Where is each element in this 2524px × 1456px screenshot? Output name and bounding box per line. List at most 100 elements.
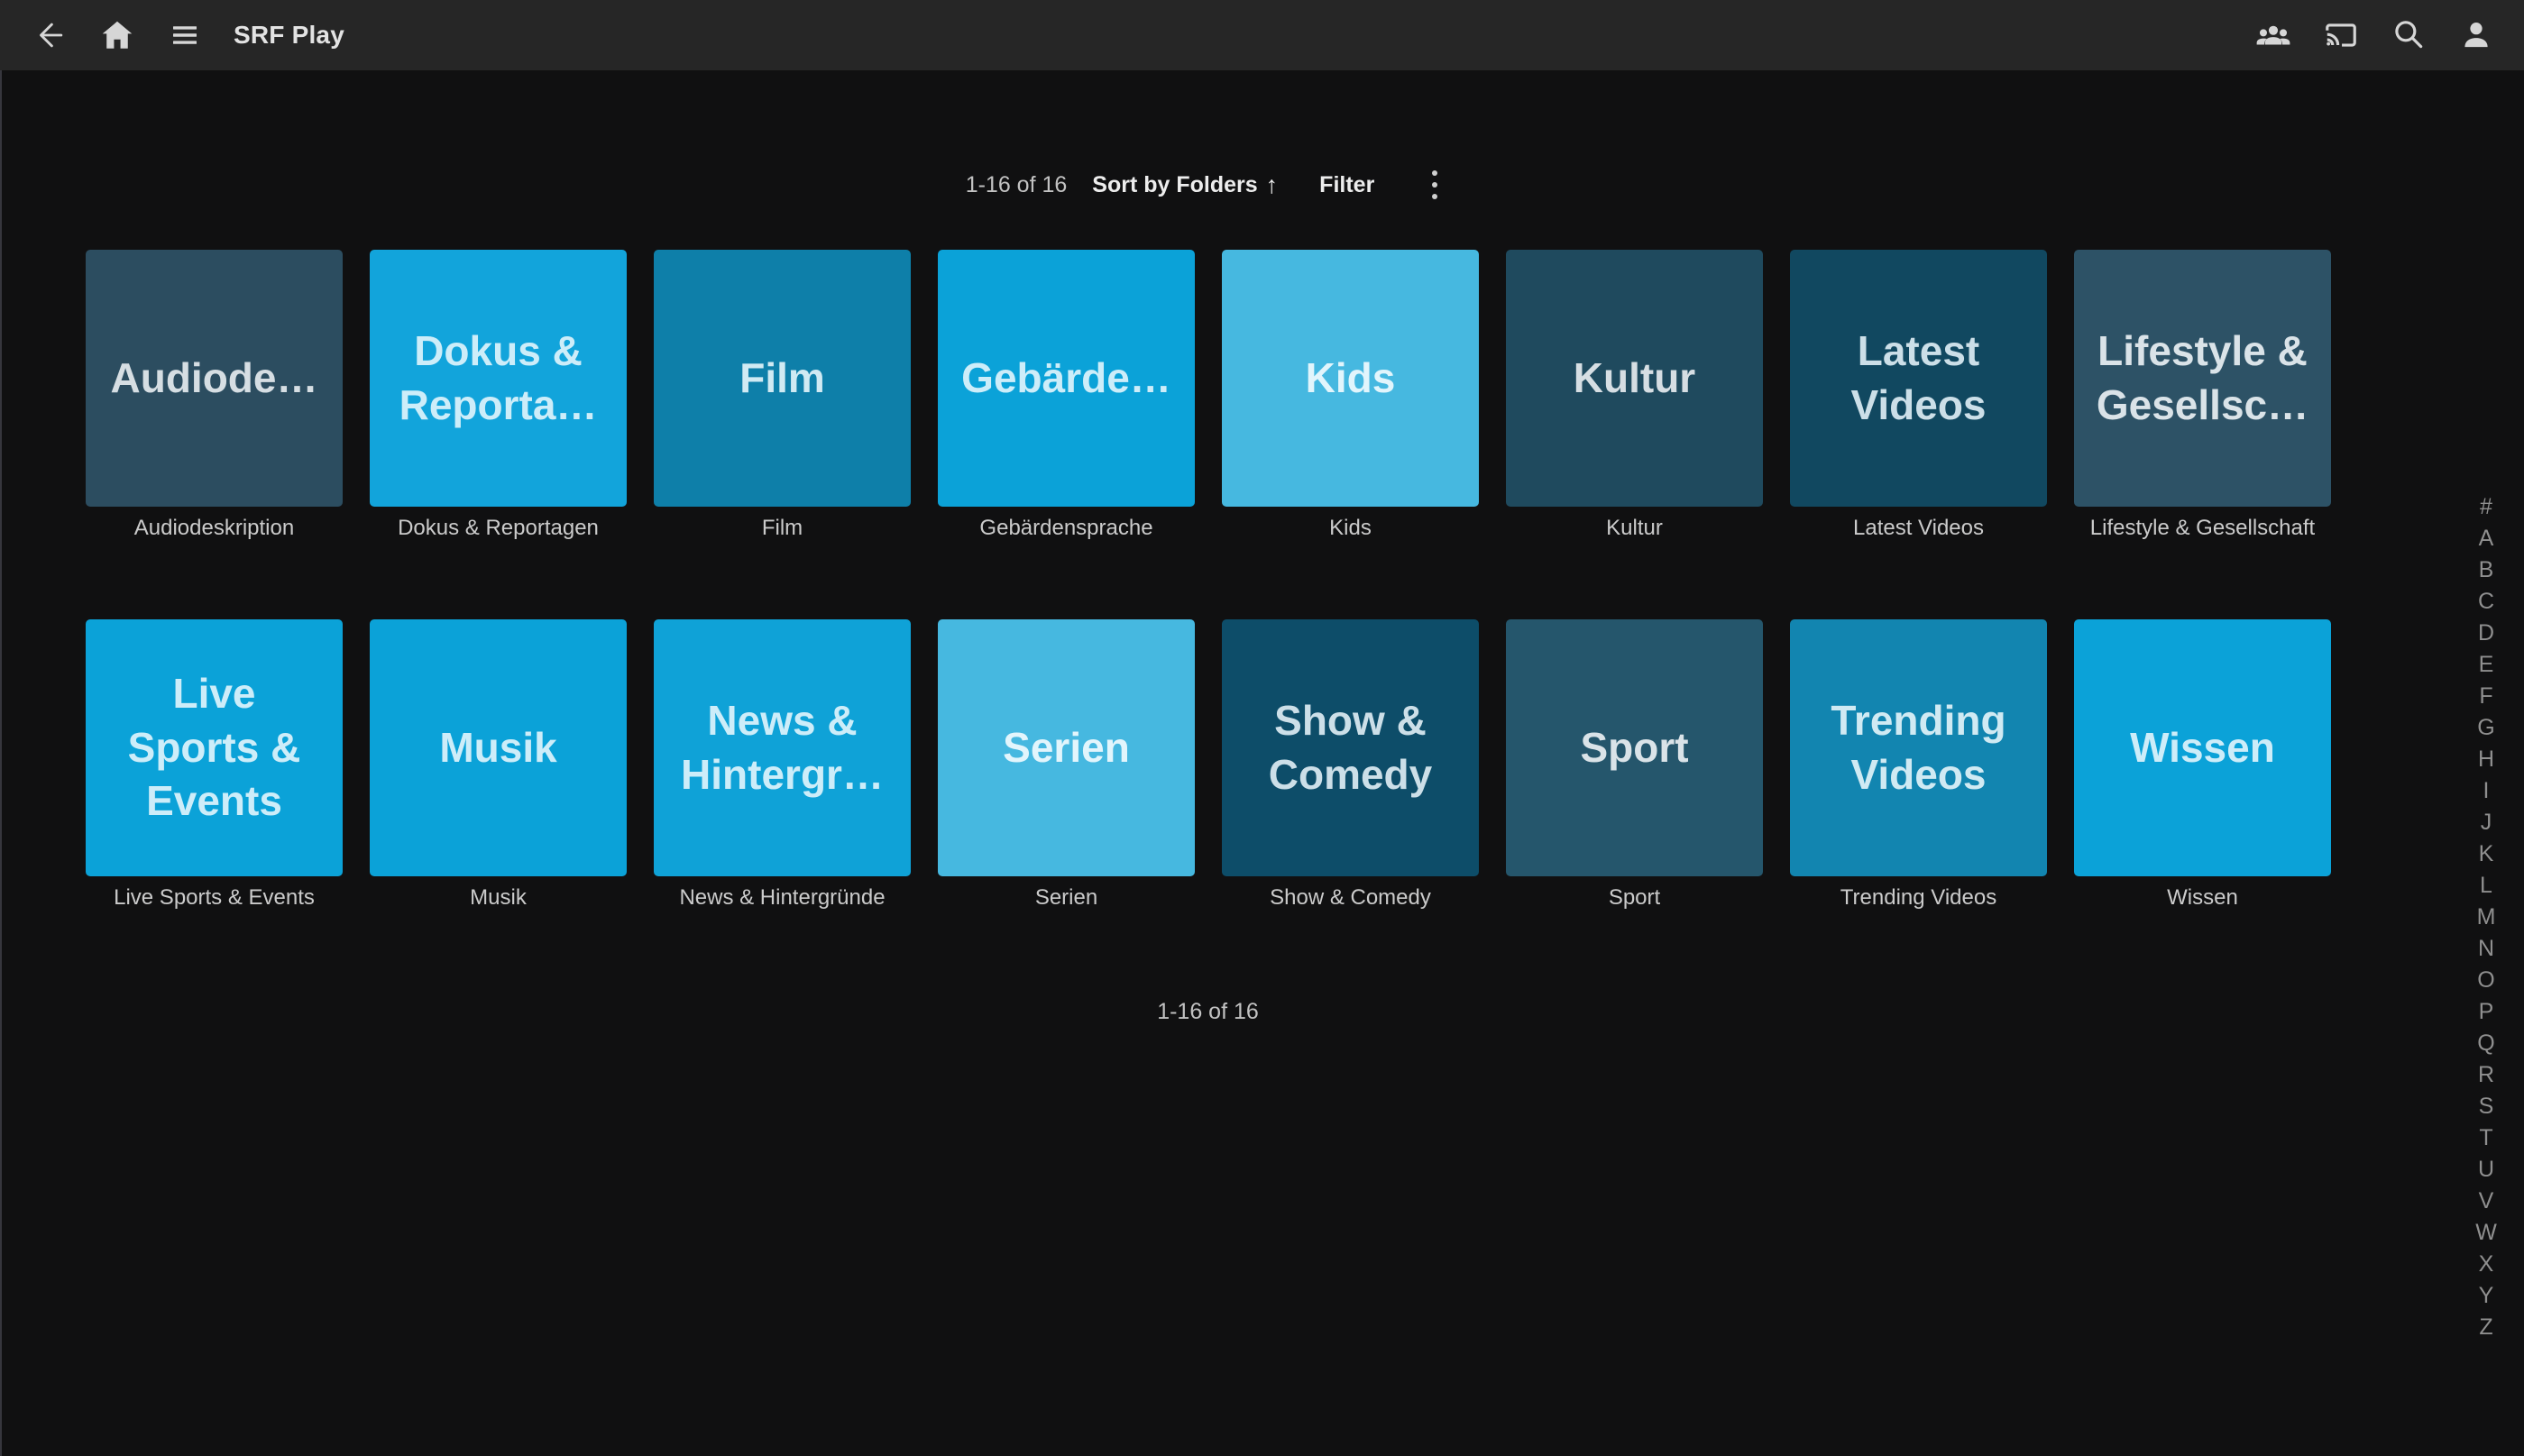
folder-tile-16[interactable]: Wissen [2074,619,2331,876]
alpha-picker-Y[interactable]: Y [2479,1285,2494,1307]
folder-caption[interactable]: Audiodeskription [86,515,343,542]
folder-tile-14[interactable]: Sport [1506,619,1763,876]
alpha-picker-U[interactable]: U [2478,1158,2494,1181]
folder-caption[interactable]: Kids [1222,515,1479,542]
alpha-picker-E[interactable]: E [2479,654,2494,676]
kebab-menu-icon [1432,170,1437,176]
folder-tile-label: Film [723,352,841,406]
folder-caption[interactable]: News & Hintergründe [654,884,911,911]
folder-cell: News & Hintergr… News & Hintergründe [654,619,911,911]
alpha-picker-Q[interactable]: Q [2477,1032,2494,1055]
alpha-picker-L[interactable]: L [2480,875,2492,897]
folder-tile-1[interactable]: Audiode… [86,250,343,507]
folder-caption[interactable]: Kultur [1506,515,1763,542]
folder-tile-9[interactable]: Live Sports & Events [86,619,343,876]
alpha-picker-D[interactable]: D [2478,622,2494,645]
folder-cell: Audiode… Audiodeskription [86,250,343,542]
folder-tile-label: Dokus & Reporta… [370,325,627,433]
folder-tile-7[interactable]: Latest Videos [1790,250,2047,507]
folder-cell: Dokus & Reporta… Dokus & Reportagen [370,250,627,542]
folder-tile-6[interactable]: Kultur [1506,250,1763,507]
syncplay-button[interactable] [2249,11,2298,60]
alpha-picker-B[interactable]: B [2479,559,2494,581]
window-edge-line [0,0,2,1456]
more-options-button[interactable] [1419,161,1450,208]
folder-tile-label: Sport [1564,721,1704,775]
folder-tile-label: Gebärde… [945,352,1188,406]
alpha-picker-A[interactable]: A [2479,527,2494,550]
alpha-picker-G[interactable]: G [2477,717,2494,739]
syncplay-group-icon [2254,16,2292,54]
alpha-picker-X[interactable]: X [2479,1253,2494,1276]
folder-tile-15[interactable]: Trending Videos [1790,619,2047,876]
folder-cell: Gebärde… Gebärdensprache [938,250,1195,542]
top-bar-left-group: SRF Play [25,11,344,60]
folder-cell: Serien Serien [938,619,1195,911]
folder-tile-4[interactable]: Gebärde… [938,250,1195,507]
folder-caption[interactable]: Wissen [2074,884,2331,911]
folder-cell: Latest Videos Latest Videos [1790,250,2047,542]
folder-tile-label: Serien [987,721,1146,775]
sort-ascending-arrow-icon: ↑ [1266,171,1279,199]
folder-tile-label: Audiode… [95,352,335,406]
home-button[interactable] [93,11,142,60]
alpha-picker-P[interactable]: P [2479,1001,2494,1023]
folder-tile-5[interactable]: Kids [1222,250,1479,507]
alpha-picker-T[interactable]: T [2479,1127,2492,1149]
alpha-picker-J[interactable]: J [2481,811,2492,834]
alpha-picker-R[interactable]: R [2478,1064,2494,1086]
folder-tile-13[interactable]: Show & Comedy [1222,619,1479,876]
cast-button[interactable] [2317,11,2365,60]
alpha-picker-Z[interactable]: Z [2479,1316,2492,1339]
sort-button[interactable]: Sort by Folders ↑ [1092,171,1278,199]
folder-caption[interactable]: Lifestyle & Gesellschaft [2074,515,2331,542]
alpha-picker-C[interactable]: C [2478,591,2494,613]
folder-cell: Wissen Wissen [2074,619,2331,911]
folder-tile-11[interactable]: News & Hintergr… [654,619,911,876]
folder-tile-label: Lifestyle & Gesellsc… [2074,325,2331,433]
folder-cell: Live Sports & Events Live Sports & Event… [86,619,343,911]
folder-tile-label: Latest Videos [1790,325,2047,433]
folder-tile-8[interactable]: Lifestyle & Gesellsc… [2074,250,2331,507]
folder-caption[interactable]: Live Sports & Events [86,884,343,911]
search-button[interactable] [2384,11,2433,60]
folder-caption[interactable]: Serien [938,884,1195,911]
alpha-picker-F[interactable]: F [2479,685,2492,708]
folder-tile-12[interactable]: Serien [938,619,1195,876]
folder-tile-2[interactable]: Dokus & Reporta… [370,250,627,507]
alpha-picker-I[interactable]: I [2483,780,2490,802]
folder-caption[interactable]: Dokus & Reportagen [370,515,627,542]
folder-tile-10[interactable]: Musik [370,619,627,876]
folder-cell: Musik Musik [370,619,627,911]
alpha-picker-S[interactable]: S [2479,1095,2494,1118]
alpha-picker-V[interactable]: V [2479,1190,2494,1213]
folder-caption[interactable]: Trending Videos [1790,884,2047,911]
folder-caption[interactable]: Musik [370,884,627,911]
menu-button[interactable] [161,11,209,60]
folder-caption[interactable]: Sport [1506,884,1763,911]
alpha-picker-O[interactable]: O [2477,969,2494,992]
alpha-picker-M[interactable]: M [2477,906,2496,929]
alpha-picker-W[interactable]: W [2475,1222,2497,1244]
filter-button[interactable]: Filter [1319,172,1374,198]
folder-caption[interactable]: Film [654,515,911,542]
home-icon [98,16,136,54]
folder-tile-label: Live Sports & Events [86,667,343,829]
folder-caption[interactable]: Gebärdensprache [938,515,1195,542]
sort-button-label: Sort by Folders [1092,172,1257,198]
folder-tile-label: Musik [423,721,573,775]
top-app-bar: SRF Play [0,0,2524,70]
user-button[interactable] [2452,11,2501,60]
folder-caption[interactable]: Show & Comedy [1222,884,1479,911]
folder-tile-3[interactable]: Film [654,250,911,507]
menu-icon [167,17,203,53]
alpha-picker-N[interactable]: N [2478,938,2494,960]
back-button[interactable] [25,11,74,60]
back-arrow-icon [32,18,67,52]
folder-caption[interactable]: Latest Videos [1790,515,2047,542]
alpha-picker-H[interactable]: H [2478,748,2494,771]
library-toolbar: 1-16 of 16 Sort by Folders ↑ Filter [0,160,2416,210]
alpha-picker-K[interactable]: K [2479,843,2494,865]
alpha-picker-hash[interactable]: # [2480,496,2492,518]
folder-cell: Film Film [654,250,911,542]
